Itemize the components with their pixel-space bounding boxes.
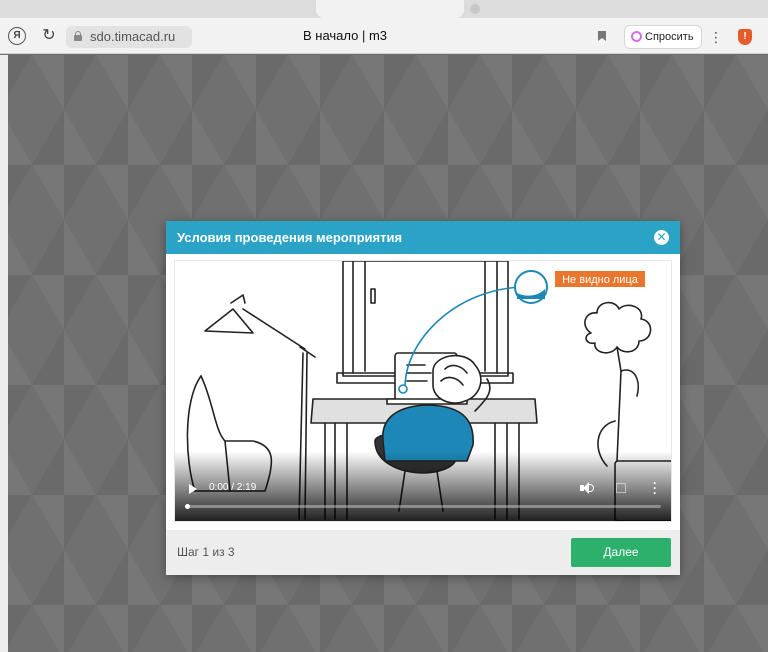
video-progress-bar[interactable] [187, 505, 661, 508]
next-button[interactable]: Далее [571, 538, 671, 567]
page-title: В начало | m3 [302, 28, 388, 43]
step-indicator: Шаг 1 из 3 [177, 545, 235, 559]
volume-icon[interactable] [580, 482, 594, 494]
play-icon[interactable] [189, 484, 197, 494]
video-progress-thumb[interactable] [185, 504, 190, 509]
modal-title: Условия проведения мероприятия [177, 230, 403, 245]
shield-icon[interactable]: ! [738, 29, 752, 45]
ask-button[interactable]: Спросить [624, 25, 702, 49]
browser-toolbar: Я ↻ sdo.timacad.ru В начало | m3 Спросит… [0, 18, 768, 54]
alice-icon [631, 31, 642, 42]
tab-indicator [470, 4, 480, 14]
more-icon[interactable]: ⋮ [708, 27, 724, 47]
fullscreen-icon[interactable] [616, 483, 626, 493]
tab-strip [0, 0, 768, 18]
video-menu-icon[interactable]: · · · [653, 477, 657, 499]
close-button[interactable]: ✕ [654, 230, 669, 245]
modal-footer: Шаг 1 из 3 Далее [166, 530, 680, 575]
conditions-modal: Условия проведения мероприятия ✕ Не видн… [166, 221, 680, 575]
ask-button-label: Спросить [645, 31, 694, 43]
active-tab[interactable] [316, 0, 464, 18]
video-time: 0:00 / 2:19 [209, 482, 257, 493]
overlay-label: Не видно лица [562, 274, 639, 286]
video-player[interactable]: Не видно лица 0:00 / 2:19 · · · [174, 260, 672, 522]
close-icon: ✕ [656, 230, 667, 244]
modal-header: Условия проведения мероприятия ✕ [166, 221, 680, 254]
page-edge [0, 55, 8, 652]
